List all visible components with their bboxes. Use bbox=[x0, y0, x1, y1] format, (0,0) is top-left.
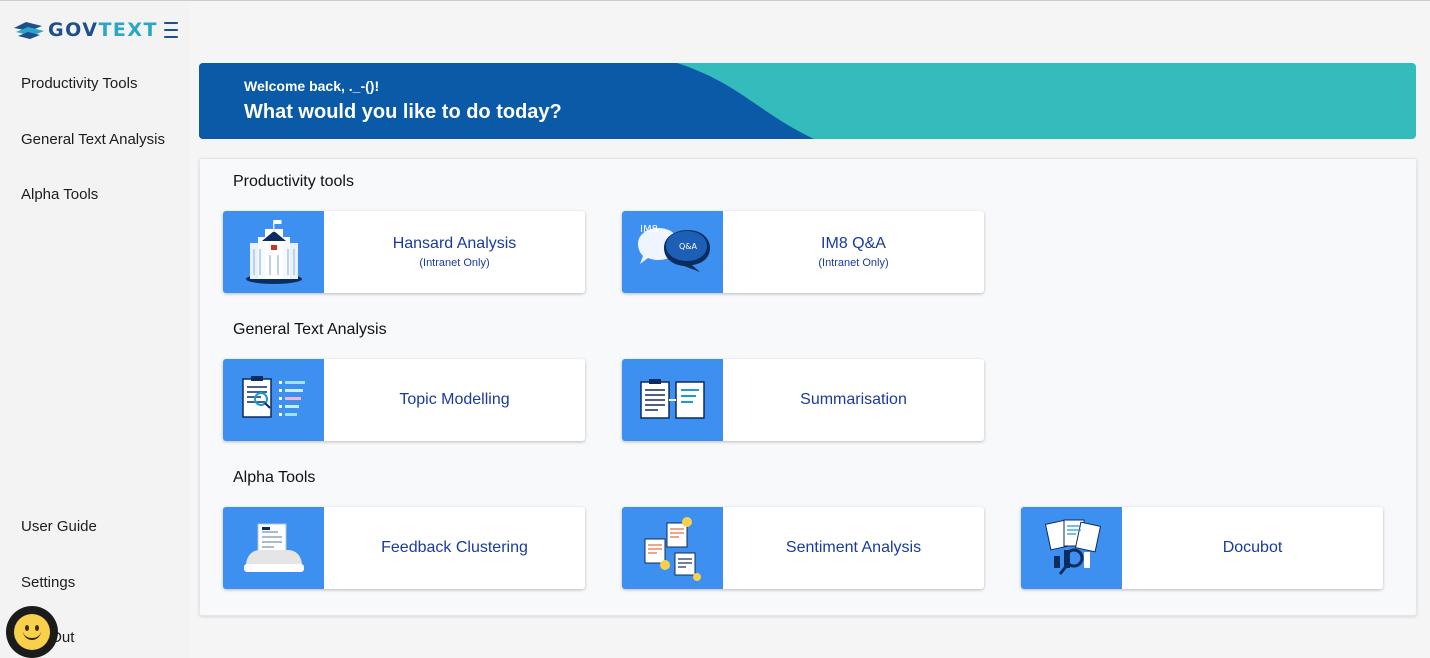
sidebar-item-general-text-analysis[interactable]: General Text Analysis bbox=[21, 131, 165, 148]
chat-assistant-button[interactable] bbox=[6, 606, 58, 658]
docubot-search-icon bbox=[1021, 507, 1122, 589]
sidebar: GOVTEXT Productivity Tools General Text … bbox=[0, 1, 189, 658]
govtext-logo[interactable]: GOVTEXT bbox=[12, 17, 158, 43]
feedback-printer-icon bbox=[223, 507, 324, 589]
card-im8-qa[interactable]: IM8 Q&A IM8 Q&A (Intranet Only) bbox=[622, 211, 984, 293]
sentiment-documents-icon bbox=[622, 507, 723, 589]
welcome-text: Welcome back, ._-()! bbox=[244, 78, 380, 94]
card-subtitle: (Intranet Only) bbox=[818, 257, 889, 269]
card-hansard-analysis[interactable]: Hansard Analysis (Intranet Only) bbox=[223, 211, 585, 293]
card-title: Hansard Analysis bbox=[392, 235, 517, 252]
svg-text:Q&A: Q&A bbox=[679, 242, 698, 251]
card-sentiment-analysis[interactable]: Sentiment Analysis bbox=[622, 507, 984, 589]
parliament-building-icon bbox=[223, 211, 324, 293]
smiley-face-icon bbox=[14, 614, 50, 650]
sidebar-item-settings[interactable]: Settings bbox=[21, 574, 75, 591]
card-title: Topic Modelling bbox=[399, 391, 510, 408]
welcome-banner: Welcome back, ._-()! What would you like… bbox=[199, 63, 1416, 139]
banner-question: What would you like to do today? bbox=[244, 101, 562, 123]
tools-panel: Productivity tools Hansard Analysis (Int… bbox=[199, 158, 1417, 616]
logo-text: GOVTEXT bbox=[48, 19, 159, 41]
top-border bbox=[0, 0, 1430, 1]
card-title: Sentiment Analysis bbox=[785, 539, 922, 556]
card-topic-modelling[interactable]: Topic Modelling bbox=[223, 359, 585, 441]
sidebar-item-alpha-tools[interactable]: Alpha Tools bbox=[21, 186, 98, 203]
card-subtitle: (Intranet Only) bbox=[419, 257, 490, 269]
card-feedback-clustering[interactable]: Feedback Clustering bbox=[223, 507, 585, 589]
logo-mark-icon bbox=[14, 22, 44, 39]
sidebar-item-productivity-tools[interactable]: Productivity Tools bbox=[21, 75, 137, 92]
svg-text:IM8: IM8 bbox=[640, 224, 658, 235]
menu-toggle-icon[interactable] bbox=[164, 22, 178, 38]
section-title-alpha-tools: Alpha Tools bbox=[233, 469, 316, 486]
card-docubot[interactable]: Docubot bbox=[1021, 507, 1383, 589]
chat-bubbles-icon: IM8 Q&A bbox=[622, 211, 723, 293]
card-title: Docubot bbox=[1222, 539, 1283, 556]
card-title: Feedback Clustering bbox=[381, 539, 528, 556]
card-summarisation[interactable]: Summarisation bbox=[622, 359, 984, 441]
document-topics-icon bbox=[223, 359, 324, 441]
section-title-general-text-analysis: General Text Analysis bbox=[233, 321, 387, 338]
card-title: Summarisation bbox=[800, 391, 907, 408]
sidebar-item-user-guide[interactable]: User Guide bbox=[21, 518, 97, 535]
document-summary-icon bbox=[622, 359, 723, 441]
card-title: IM8 Q&A bbox=[821, 235, 886, 252]
section-title-productivity: Productivity tools bbox=[233, 173, 354, 190]
